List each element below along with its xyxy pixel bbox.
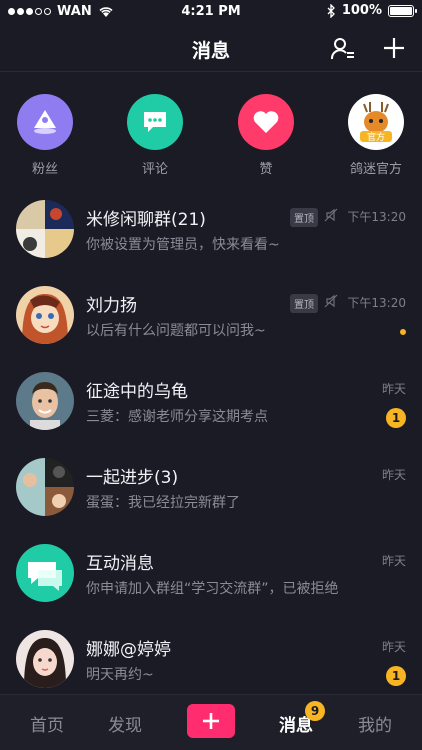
plus-icon xyxy=(384,38,404,58)
quick-comments[interactable]: 评论 xyxy=(120,94,190,177)
conversation-row[interactable]: 米修闲聊群(21) 你被设置为管理员，快来看看~ 置顶 下午13:20 xyxy=(0,186,422,272)
add-button[interactable] xyxy=(382,36,408,62)
create-button[interactable] xyxy=(187,704,235,738)
deer-logo-text: 官方 xyxy=(367,131,385,143)
comment-icon xyxy=(127,94,183,150)
quick-label: 鸽迷官方 xyxy=(349,162,402,177)
cartoon-girl-avatar xyxy=(16,286,74,344)
conversation-message: 你申请加入群组“学习交流群”，已被拒绝 xyxy=(86,581,339,597)
quick-fans[interactable]: 粉丝 xyxy=(10,94,80,177)
group-collage-avatar xyxy=(16,458,74,516)
conversation-time: 下午13:20 xyxy=(347,210,406,224)
unread-badge: 1 xyxy=(386,666,406,686)
conversation-name: 刘力扬 xyxy=(86,296,137,316)
conversation-time: 昨天 xyxy=(381,382,406,396)
unread-badge: 1 xyxy=(386,408,406,428)
conversation-name: 米修闲聊群(21) xyxy=(86,210,206,230)
conversation-row[interactable]: 刘力扬 以后有什么问题都可以问我~ 置顶 下午13:20 xyxy=(0,272,422,358)
man-portrait-avatar xyxy=(16,372,74,430)
conversation-row[interactable]: 娜娜@婷婷 明天再约~ 昨天 1 xyxy=(0,616,422,702)
battery-percent: 100% xyxy=(341,3,382,18)
conversation-time: 昨天 xyxy=(381,468,406,482)
bluetooth-icon xyxy=(327,3,335,18)
quick-label: 粉丝 xyxy=(31,162,58,177)
conversation-message: 你被设置为管理员，快来看看~ xyxy=(86,237,280,253)
page-title: 消息 xyxy=(191,40,230,62)
conversation-time: 昨天 xyxy=(381,554,406,568)
conversation-name: 互动消息 xyxy=(86,554,154,574)
quick-entries: 粉丝 评论 赞 官方 鸽迷官方 xyxy=(0,94,422,186)
quick-label: 赞 xyxy=(259,162,273,177)
nav-header: 消息 xyxy=(0,24,422,72)
quick-label: 评论 xyxy=(141,162,168,177)
bottom-tab-bar: 首页 发现 消息 9 我的 xyxy=(0,694,422,750)
heart-icon xyxy=(238,94,294,150)
conversation-name: 娜娜@婷婷 xyxy=(86,640,171,660)
status-bar: WAN 4:21 PM 100% xyxy=(0,0,422,24)
status-right: 100% xyxy=(327,3,417,18)
conversation-name: 征途中的乌龟 xyxy=(86,382,188,402)
battery-icon xyxy=(388,4,417,17)
conversation-message: 三菱：感谢老师分享这期考点 xyxy=(86,409,268,425)
group-collage-avatar xyxy=(16,200,74,258)
fans-icon xyxy=(17,94,73,150)
pinned-tag: 置顶 xyxy=(290,208,318,227)
conversation-row[interactable]: 征途中的乌龟 三菱：感谢老师分享这期考点 昨天 1 xyxy=(0,358,422,444)
conversation-row[interactable]: 一起进步(3) 蛋蛋：我已经拉完新群了 昨天 xyxy=(0,444,422,530)
deer-logo: 官方 xyxy=(348,94,404,150)
tab-discover[interactable]: 发现 xyxy=(108,711,142,736)
tab-home[interactable]: 首页 xyxy=(30,711,64,736)
tab-me[interactable]: 我的 xyxy=(358,711,392,736)
mute-icon xyxy=(324,294,338,308)
conversation-name: 一起进步(3) xyxy=(86,468,179,488)
quick-official[interactable]: 官方 鸽迷官方 xyxy=(341,94,411,177)
unread-dot xyxy=(400,329,406,335)
pinned-tag: 置顶 xyxy=(290,294,318,313)
messages-badge: 9 xyxy=(305,701,325,721)
conversation-time: 下午13:20 xyxy=(347,296,406,310)
quick-likes[interactable]: 赞 xyxy=(231,94,301,177)
conversation-message: 明天再约~ xyxy=(86,667,154,683)
conversation-time: 昨天 xyxy=(381,640,406,654)
conversation-message: 蛋蛋：我已经拉完新群了 xyxy=(86,495,240,511)
plus-icon xyxy=(203,713,219,729)
contacts-button[interactable] xyxy=(330,36,356,62)
contacts-icon xyxy=(330,38,354,60)
woman-portrait-avatar xyxy=(16,630,74,688)
interactive-message-icon xyxy=(16,544,74,602)
mute-icon xyxy=(324,208,338,222)
conversation-message: 以后有什么问题都可以问我~ xyxy=(86,323,266,339)
conversation-row[interactable]: 互动消息 你申请加入群组“学习交流群”，已被拒绝 昨天 xyxy=(0,530,422,616)
